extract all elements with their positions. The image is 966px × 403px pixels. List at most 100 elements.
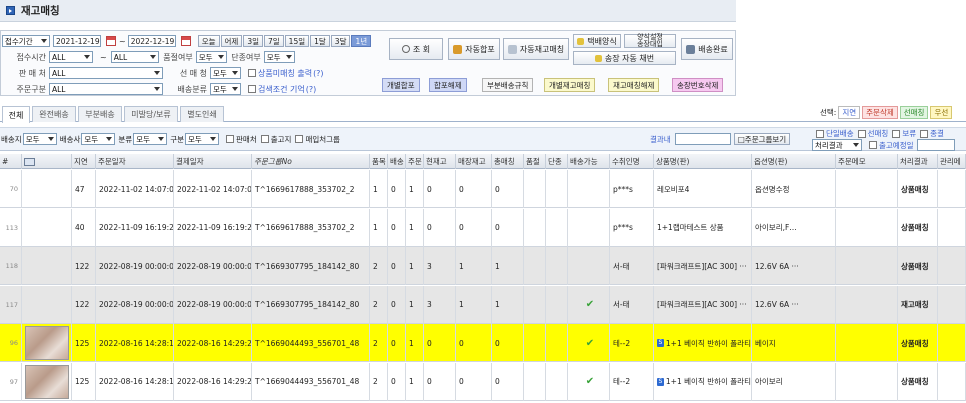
combine-checkbox[interactable]	[920, 129, 929, 138]
ship-type-select[interactable]: 모두	[210, 83, 241, 95]
column-header[interactable]: 상품명(판)	[654, 154, 752, 169]
seller-checkbox[interactable]	[226, 135, 235, 143]
courier-format-button[interactable]: 택배양식	[573, 34, 621, 48]
column-header[interactable]: 옵션명(판)	[752, 154, 836, 169]
column-header[interactable]: 주문그룹No	[252, 154, 370, 169]
cell-stock: 0	[424, 362, 456, 401]
sel-match-checkbox[interactable]	[857, 129, 866, 138]
help-icon[interactable]: (?)	[306, 85, 317, 94]
quick-range-button[interactable]: 어제	[220, 35, 243, 47]
column-header[interactable]: 주문일자	[96, 154, 174, 169]
column-header[interactable]: 매장재고	[456, 154, 492, 169]
column-header[interactable]: 주문메모	[836, 154, 898, 169]
result-search-input[interactable]	[674, 133, 731, 145]
unmatched-checkbox[interactable]	[248, 69, 256, 77]
column-header[interactable]	[22, 154, 72, 169]
column-header[interactable]: #	[0, 154, 22, 169]
column-header[interactable]: 현재고	[424, 154, 456, 169]
quick-range-button[interactable]: 15일	[284, 35, 310, 47]
quick-range-button[interactable]: 7일	[264, 35, 284, 47]
tab-separate-print[interactable]: 별도인쇄	[180, 106, 224, 122]
quick-range-button[interactable]: 3일	[243, 35, 263, 47]
column-header[interactable]: 수취인명	[610, 154, 654, 169]
product-thumbnail[interactable]	[25, 364, 69, 399]
table-row[interactable]: 118 122 2022-08-19 00:00:00 2022-08-19 00:0…	[0, 247, 966, 285]
quick-range-button[interactable]: 1달	[310, 35, 330, 47]
auto-merge-button[interactable]: 자동합포	[448, 38, 500, 60]
indiv-merge-button[interactable]: 개별합포	[382, 78, 420, 92]
column-header[interactable]: 총매칭	[492, 154, 524, 169]
match-group-checkbox[interactable]	[295, 135, 304, 143]
table-row[interactable]: 96 125 2022-08-16 14:28:16 2022-08-16 14:29…	[0, 324, 966, 362]
invoice-delete-button[interactable]: 송장번호삭제	[672, 78, 724, 92]
cell-soldout	[524, 362, 546, 401]
courier-select[interactable]: 모두	[81, 133, 116, 145]
column-header[interactable]: 주문	[406, 154, 424, 169]
order-group-view-button[interactable]: □주문그룹보기	[733, 133, 791, 145]
recv-time-from-select[interactable]: ALL	[49, 51, 93, 63]
date-from-input[interactable]: 2021-12-19	[53, 35, 101, 47]
quick-range-button[interactable]: 오늘	[197, 35, 220, 47]
column-header[interactable]: 결제일자	[174, 154, 252, 169]
column-header[interactable]: 관리메	[938, 154, 966, 169]
hold-checkbox[interactable]	[892, 129, 901, 138]
auto-stock-match-button[interactable]: 자동재고매칭	[503, 38, 569, 60]
column-header[interactable]: 지연	[72, 154, 96, 169]
table-row[interactable]: 97 125 2022-08-16 14:28:16 2022-08-16 14:29…	[0, 362, 966, 401]
indiv-stock-match-button[interactable]: 개별재고매칭	[544, 78, 596, 92]
tab-partial-ship[interactable]: 부분배송	[78, 106, 122, 122]
stock-match-release-button[interactable]: 재고매칭해제	[608, 78, 660, 92]
cell-total-match: 0	[492, 362, 524, 401]
table-row[interactable]: 117 122 2022-08-19 00:00:00 2022-08-19 00:0…	[0, 285, 966, 324]
quick-range-button[interactable]: 1년	[351, 35, 372, 47]
category-select[interactable]: 모두	[133, 133, 168, 145]
order-type-select[interactable]: ALL	[49, 83, 163, 95]
stop-checkbox[interactable]	[260, 135, 269, 143]
product-thumbnail[interactable]	[25, 326, 69, 360]
tab-all[interactable]: 전체	[2, 106, 30, 123]
table-row[interactable]: 113 40 2022-11-09 16:19:24 2022-11-09 16:19…	[0, 208, 966, 247]
format-setting-button[interactable]: 양식설정 송장대입	[624, 34, 676, 48]
help-icon[interactable]: (?)	[313, 69, 324, 78]
priority-button[interactable]: 우선	[930, 106, 953, 119]
column-header[interactable]: 처리결과	[898, 154, 938, 169]
ship-complete-button[interactable]: 배송완료	[681, 38, 733, 60]
single-ship-checkbox[interactable]	[816, 129, 824, 138]
process-result-select[interactable]: 처리결과	[812, 139, 862, 151]
tab-full-ship[interactable]: 완전배송	[32, 106, 76, 122]
column-header[interactable]: 품절	[524, 154, 546, 169]
column-header[interactable]: 배송	[388, 154, 406, 169]
column-header[interactable]: 배송가능	[568, 154, 610, 169]
ship-schedule-label: 출고예정일	[879, 140, 914, 150]
invoice-auto-button[interactable]: 송장 자동 채번	[573, 51, 676, 65]
discont-select[interactable]: 모두	[263, 51, 295, 63]
table-row[interactable]: 70 47 2022-11-02 14:07:03 2022-11-02 14:07:…	[0, 170, 966, 208]
date-type-select[interactable]: 접수기간	[2, 35, 50, 47]
merge-release-button[interactable]: 합포해제	[429, 78, 467, 92]
soldout-select[interactable]: 모두	[195, 51, 227, 63]
column-header[interactable]: 품목	[370, 154, 388, 169]
supplier-select[interactable]: 모두	[210, 67, 241, 79]
remember-checkbox[interactable]	[248, 85, 256, 93]
sel-match-button[interactable]: 선매칭	[899, 106, 929, 119]
shippable-cell: ✔	[568, 362, 610, 401]
order-delete-button[interactable]: 주문삭제	[862, 106, 898, 119]
delay-button[interactable]: 지연	[838, 106, 861, 119]
kind-select[interactable]: 모두	[185, 133, 220, 145]
cell-recipient: p***s	[610, 170, 654, 208]
search-button[interactable]: 조 회	[389, 38, 443, 60]
tab-hold[interactable]: 미발당/보류	[124, 106, 178, 122]
ship-schedule-checkbox[interactable]	[869, 141, 877, 149]
calendar-icon[interactable]	[180, 36, 191, 46]
quick-range-button[interactable]: 3달	[330, 35, 351, 47]
column-header[interactable]: 단종	[546, 154, 568, 169]
seller-select[interactable]: ALL	[49, 67, 163, 79]
cell-ship: 0	[388, 324, 406, 362]
ship-to-select[interactable]: 모두	[22, 133, 57, 145]
calendar-icon[interactable]	[106, 36, 116, 46]
partial-rule-button[interactable]: 부분배송규칙	[482, 78, 534, 92]
recv-time-to-select[interactable]: ALL	[110, 51, 159, 63]
date-to-input[interactable]: 2022-12-19	[127, 35, 176, 47]
cell-total-match: 0	[492, 170, 524, 208]
ship-schedule-input[interactable]	[916, 139, 955, 151]
